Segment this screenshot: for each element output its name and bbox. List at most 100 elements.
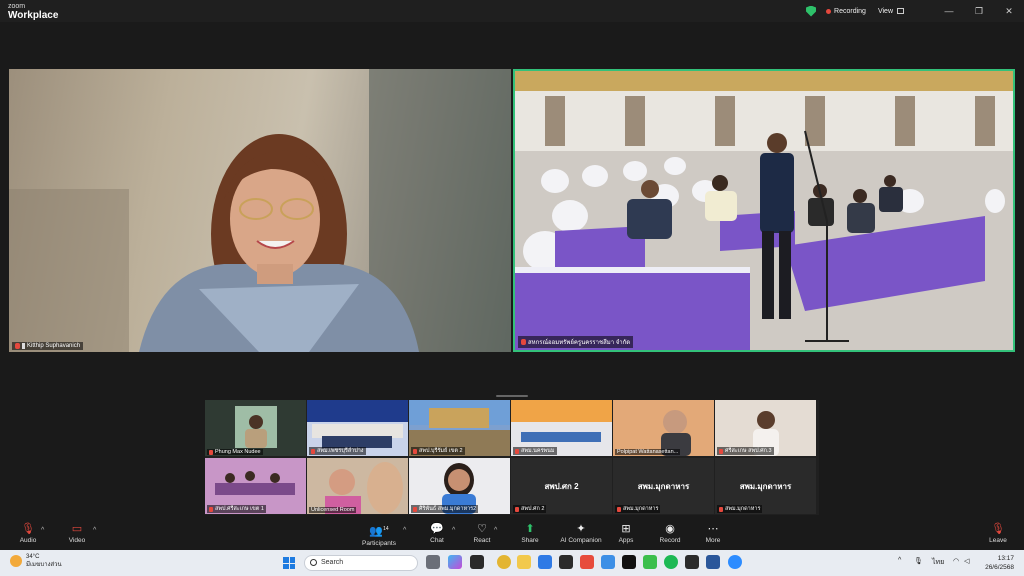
grid-view-icon: [897, 8, 904, 14]
ai-companion-label: AI Companion: [560, 537, 602, 544]
tile-label: Unlicensed Room: [309, 507, 357, 513]
gallery-tile[interactable]: สพม.มุกดาหาร สพม.มุกดาหาร: [613, 458, 714, 514]
ai-companion-button[interactable]: ✦ AI Companion: [558, 523, 604, 544]
participant-name: Kitthip Suphavanich: [27, 343, 81, 349]
mic-muted-icon: [719, 448, 723, 454]
gallery-tile[interactable]: สพม.นครพนม: [511, 400, 612, 456]
participants-label: Participants: [362, 539, 396, 547]
gallery-tile[interactable]: สพม.มุกดาหาร สพม.มุกดาหาร: [715, 458, 816, 514]
video-button[interactable]: ▭ Video: [64, 523, 90, 544]
tile-label: สพม.เพชรบุรีลำปาง: [309, 447, 366, 455]
tray-overflow-icon[interactable]: ^: [898, 557, 901, 564]
view-button[interactable]: View: [878, 8, 904, 15]
gallery-tile[interactable]: ศิริพันธ์ สพม.มุกดาหาร2: [409, 458, 510, 514]
mic-off-icon: 🎙: [21, 523, 35, 535]
restore-button[interactable]: ❐: [964, 0, 994, 22]
participants-icon: 👥14: [369, 525, 389, 538]
speaker-icon[interactable]: ◁: [964, 557, 969, 565]
tile-label: Polpipat Wattanasettan...: [615, 449, 681, 455]
tile-name: Phung Max Nudee: [215, 449, 261, 455]
tile-display-name: สพป.ศก 2: [544, 482, 579, 491]
video-off-icon: ▭: [71, 523, 83, 535]
leave-button[interactable]: 🎙 Leave: [986, 523, 1010, 544]
copilot-icon[interactable]: [448, 555, 462, 569]
recording-indicator[interactable]: Recording: [826, 8, 866, 15]
line-icon[interactable]: [643, 555, 657, 569]
spotify-icon[interactable]: [664, 555, 678, 569]
chat-button[interactable]: 💬 Chat: [425, 523, 449, 544]
tile-label: Phung Max Nudee: [207, 449, 263, 455]
language-indicator[interactable]: ไทย: [932, 557, 944, 568]
close-button[interactable]: ✕: [994, 0, 1024, 22]
taskbar-search[interactable]: Search: [304, 555, 418, 571]
sparkle-icon: ✦: [576, 523, 586, 535]
mic-muted-icon: [413, 506, 417, 512]
chat-chevron-icon[interactable]: ^: [452, 527, 455, 534]
pdf-icon[interactable]: [580, 555, 594, 569]
audio-options-chevron-icon[interactable]: ^: [41, 527, 44, 534]
participants-chevron-icon[interactable]: ^: [403, 527, 406, 534]
participants-count: 14: [383, 526, 389, 532]
zoom-app-icon[interactable]: [728, 555, 742, 569]
apps-button[interactable]: ⊞ Apps: [614, 523, 638, 544]
weather-widget[interactable]: 34°C มีเมฆบางส่วน: [10, 553, 62, 569]
share-button[interactable]: ⬆ Share: [517, 523, 543, 544]
app-icon[interactable]: [470, 555, 484, 569]
gallery-tile[interactable]: ศรีสะเกษ สพป.ศก.3: [715, 400, 816, 456]
gallery-tile[interactable]: สพม.เพชรบุรีลำปาง: [307, 400, 408, 456]
edge-icon[interactable]: [538, 555, 552, 569]
recording-dot-icon: [826, 8, 832, 14]
gallery-tile[interactable]: Phung Max Nudee: [205, 400, 306, 456]
record-icon: ◉: [665, 523, 675, 535]
participants-button[interactable]: 👥14 Participants: [360, 523, 398, 547]
word-icon[interactable]: [706, 555, 720, 569]
encryption-shield-icon[interactable]: [806, 5, 817, 17]
gallery-tile[interactable]: สพป.ศรีสะเกษ เขต 1: [205, 458, 306, 514]
tile-name: สพป.ศก 2: [521, 506, 545, 512]
gallery-tile[interactable]: สพป.ศก 2 สพป.ศก 2: [511, 458, 612, 514]
app-icon-2[interactable]: [685, 555, 699, 569]
participant-video: [235, 406, 277, 448]
react-chevron-icon[interactable]: ^: [494, 527, 497, 534]
tile-name: สพป.ศรีสะเกษ เขต 1: [215, 506, 264, 512]
participant-video: [307, 458, 408, 514]
tile-name: สพม.มุกดาหาร: [725, 506, 761, 512]
photos-icon[interactable]: [601, 555, 615, 569]
store-icon[interactable]: [559, 555, 573, 569]
task-view-icon[interactable]: [426, 555, 440, 569]
apps-icon: ⊞: [621, 523, 631, 535]
mic-muted-icon: [209, 506, 213, 512]
gallery-tile[interactable]: สพป.บุรีรัมย์ เขต 2: [409, 400, 510, 456]
audio-button[interactable]: 🎙 Audio: [16, 523, 40, 544]
video-options-chevron-icon[interactable]: ^: [93, 527, 96, 534]
file-explorer-icon[interactable]: [517, 555, 531, 569]
more-button[interactable]: ⋯ More: [700, 523, 726, 544]
app-logo: zoom Workplace: [8, 3, 58, 21]
tile-name: สพม.เพชรบุรีลำปาง: [317, 448, 364, 454]
chrome-icon[interactable]: [497, 555, 511, 569]
video-tile-speaker-1[interactable]: Kitthip Suphavanich: [9, 69, 511, 352]
record-button[interactable]: ◉ Record: [656, 523, 684, 544]
gallery-resize-handle[interactable]: [496, 395, 528, 397]
react-button[interactable]: ♡ React: [470, 523, 494, 544]
wifi-icon[interactable]: ◠: [953, 557, 959, 565]
tiktok-icon[interactable]: [622, 555, 636, 569]
tile-label: ศรีสะเกษ สพป.ศก.3: [717, 447, 774, 455]
gallery-tile[interactable]: Polpipat Wattanasettan...: [613, 400, 714, 456]
start-button-icon[interactable]: [283, 557, 295, 569]
pin-icon: [22, 343, 25, 349]
gallery-tile[interactable]: Unlicensed Room: [307, 458, 408, 514]
clock[interactable]: 13:17 26/6/2568: [985, 554, 1014, 572]
minimize-button[interactable]: —: [934, 0, 964, 22]
mic-muted-icon: [515, 506, 519, 512]
tile-name: Polpipat Wattanasettan...: [617, 449, 679, 455]
record-label: Record: [659, 537, 681, 544]
leave-label: Leave: [989, 537, 1007, 544]
audio-label: Audio: [19, 537, 37, 544]
tile-label: ศิริพันธ์ สพม.มุกดาหาร2: [411, 505, 479, 513]
microphone-tray-icon[interactable]: 🎙: [914, 557, 923, 565]
tile-display-name: สพม.มุกดาหาร: [739, 482, 792, 491]
react-label: React: [473, 537, 491, 544]
video-tile-speaker-2[interactable]: สหกรณ์ออมทรัพย์ครูนครราชสีมา จำกัด: [513, 69, 1015, 352]
more-icon: ⋯: [707, 523, 719, 535]
